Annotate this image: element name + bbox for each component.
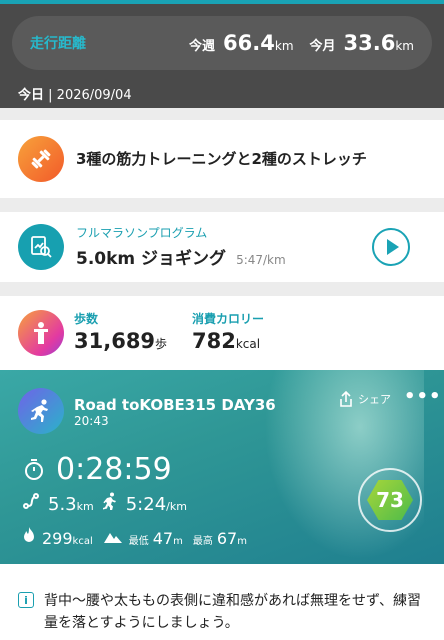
program-pace: 5:47/km [236,253,286,267]
share-icon [340,390,352,407]
week-label: 今週 [189,39,216,54]
week-unit: km [274,39,294,53]
training-card[interactable]: 3種の筋力トレーニングと2種のストレッチ [0,120,444,198]
activity-pace-unit: /km [166,500,187,513]
advice-text: 背中〜腰や太ももの表側に違和感があれば無理をせず、練習量を落とすようにしましょう… [44,593,422,631]
score-value: 73 [367,480,413,520]
duration-row: 0:28:59 [22,452,172,487]
distance-pace-row: 5.3 km 5:24 /km [22,492,195,515]
share-label: シェア [358,393,391,406]
activity-calories-unit: kcal [72,536,93,547]
activity-pace: 5:24 [125,494,167,515]
play-icon [387,239,399,255]
steps-value-row: 31,689歩 [74,329,167,353]
distance-values: 今週 66.4 km 今月 33.6 km [189,31,414,55]
elevation-max-unit: m [237,536,247,547]
score-badge[interactable]: 73 [358,468,422,532]
mountain-icon [103,533,122,543]
dumbbell-icon [18,136,64,182]
activity-time: 20:43 [74,414,109,428]
elevation-min-value: 47 [152,529,174,548]
info-icon: i [18,592,34,608]
report-search-icon [18,224,64,270]
steps-stat: 歩数 31,689歩 [74,310,167,353]
runner-icon [18,388,64,434]
pace-runner-icon [102,492,116,510]
program-workout: 5.0km ジョギング 5:47/km [76,244,286,269]
steps-label: 歩数 [74,312,99,326]
body-icon [18,310,64,356]
elevation-max-value: 67 [216,529,238,548]
month-distance: 33.6 [343,31,396,55]
duration-value: 0:28:59 [56,452,172,487]
more-icon[interactable]: ••• [404,386,442,407]
steps-value: 31,689 [74,329,156,353]
stopwatch-icon [25,458,43,480]
program-card[interactable]: フルマラソンプログラム 5.0km ジョギング 5:47/km [0,212,444,282]
flame-icon [24,527,34,542]
elevation-max-label: 最高 [192,536,213,547]
activity-title: Road toKOBE315 DAY36 [74,396,276,414]
elevation-min-label: 最低 [128,536,149,547]
activity-distance-unit: km [76,500,94,513]
calories-unit: kcal [235,337,261,351]
training-title: 3種の筋力トレーニングと2種のストレッチ [76,150,367,168]
calories-elevation-row: 299 kcal 最低 47 m 最高 67 m [22,526,257,548]
calories-label: 消費カロリー [192,312,265,326]
month-label: 今月 [309,39,336,54]
calories-stat: 消費カロリー 782kcal [192,310,264,353]
header-accent-line [0,0,444,4]
week-distance: 66.4 [223,31,275,55]
month-unit: km [395,39,414,53]
activity-calories: 299 [42,529,73,548]
advice-card: i 背中〜腰や太ももの表側に違和感があれば無理をせず、練習量を落とすようにしまし… [0,564,444,640]
share-button[interactable]: シェア [338,390,391,408]
program-title: 5.0km ジョギング [76,249,227,269]
calories-value: 782 [192,329,236,353]
summary-header: 走行距離 今週 66.4 km 今月 33.6 km 今日 | 2026/09/… [0,0,444,108]
distance-label: 走行距離 [30,36,86,52]
calories-value-row: 782kcal [192,329,264,353]
today-date-label: 今日 | 2026/09/04 [18,88,132,103]
activity-distance: 5.3 [48,494,77,515]
activity-card[interactable]: Road toKOBE315 DAY36 20:43 シェア ••• 0:28:… [0,370,444,564]
program-subtitle: フルマラソンプログラム [76,226,208,240]
steps-unit: 歩 [155,337,168,351]
route-icon [23,493,39,509]
play-button[interactable] [372,228,410,266]
today-label: 今日 [18,88,45,103]
today-date: 2026/09/04 [56,88,132,103]
steps-card[interactable]: 歩数 31,689歩 消費カロリー 782kcal [0,296,444,370]
distance-summary-pill[interactable]: 走行距離 今週 66.4 km 今月 33.6 km [12,16,432,70]
elevation-min-unit: m [173,536,183,547]
